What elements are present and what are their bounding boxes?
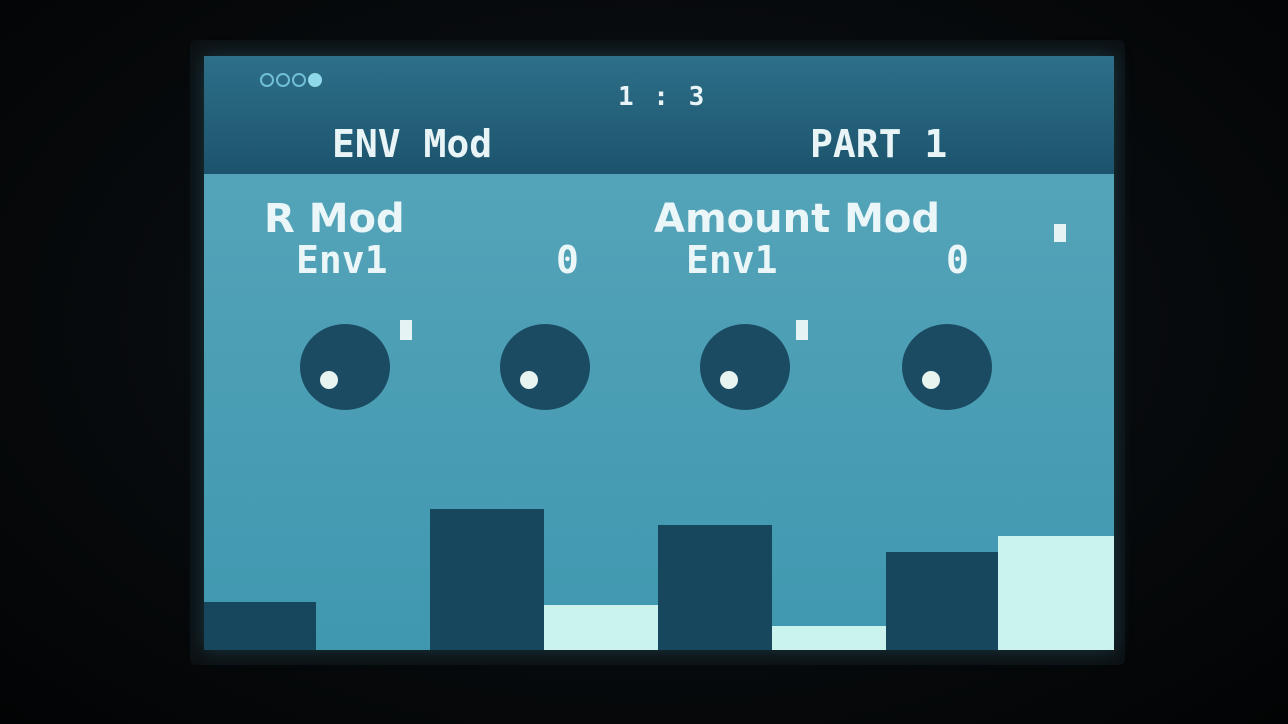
knob-1-marker bbox=[400, 320, 412, 340]
page-title: ENV Mod bbox=[332, 122, 493, 166]
knob-2[interactable] bbox=[500, 324, 590, 410]
page-dot-2 bbox=[276, 73, 290, 87]
scroll-marker bbox=[1054, 224, 1066, 242]
knob-indicator bbox=[720, 371, 738, 389]
param-label-amount-mod: Amount Mod bbox=[654, 196, 941, 242]
param-source-r-mod[interactable]: Env1 bbox=[296, 238, 388, 282]
knob-4[interactable] bbox=[902, 324, 992, 410]
page-dots bbox=[260, 73, 322, 87]
page-dot-1 bbox=[260, 73, 274, 87]
param-value-amount-mod[interactable]: 0 bbox=[946, 238, 969, 282]
step-bar-5 bbox=[772, 626, 886, 650]
knob-3[interactable] bbox=[700, 324, 790, 410]
lcd-screen: 1 : 3 ENV Mod PART 1 R Mod Env1 0 Amount… bbox=[204, 56, 1114, 650]
knob-1[interactable] bbox=[300, 324, 390, 410]
knob-3-marker bbox=[796, 320, 808, 340]
page-indicator: 1 : 3 bbox=[618, 82, 707, 112]
header-bar: 1 : 3 ENV Mod PART 1 bbox=[204, 56, 1114, 174]
step-bar-7 bbox=[998, 536, 1114, 650]
step-bar-2 bbox=[430, 509, 544, 650]
knob-indicator bbox=[520, 371, 538, 389]
knob-indicator bbox=[922, 371, 940, 389]
step-bar-6 bbox=[886, 552, 998, 650]
param-value-r-mod[interactable]: 0 bbox=[556, 238, 579, 282]
page-dot-3 bbox=[292, 73, 306, 87]
param-label-r-mod: R Mod bbox=[264, 196, 405, 242]
step-bar-4 bbox=[658, 525, 772, 650]
part-label: PART 1 bbox=[810, 122, 948, 166]
step-bar-3 bbox=[544, 605, 658, 650]
param-source-amount-mod[interactable]: Env1 bbox=[686, 238, 778, 282]
step-bar-1 bbox=[204, 602, 316, 650]
knob-indicator bbox=[320, 371, 338, 389]
page-dot-4 bbox=[308, 73, 322, 87]
